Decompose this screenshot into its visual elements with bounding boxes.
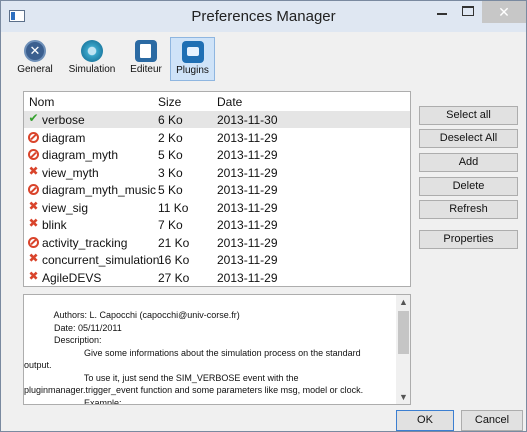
plugin-size: 11 Ko [158, 200, 189, 215]
plugin-size: 6 Ko [158, 113, 183, 127]
plugin-date: 2013-11-29 [217, 165, 278, 180]
ok-button[interactable]: OK [396, 410, 454, 431]
tools-icon [24, 40, 46, 62]
plugin-size: 5 Ko [158, 148, 183, 162]
add-button[interactable]: Add [419, 153, 518, 172]
scroll-down-arrow-icon[interactable]: ▼ [396, 390, 410, 404]
plugin-name: concurrent_simulation [42, 253, 160, 267]
plugin-date: 2013-11-29 [217, 200, 278, 215]
column-header-size[interactable]: Size [158, 95, 181, 109]
list-item[interactable]: ✖ view_sig 11 Ko 2013-11-29 [24, 199, 410, 216]
tab-plugins[interactable]: Plugins [170, 37, 215, 81]
plugin-name: diagram_myth_music [42, 183, 157, 197]
plugin-name: AgileDEVS [42, 270, 102, 285]
refresh-button[interactable]: Refresh [419, 200, 518, 219]
checkmark-icon: ✔ [28, 111, 39, 125]
tab-plugins-label: Plugins [176, 65, 209, 76]
tab-general[interactable]: General [9, 37, 61, 81]
delete-button[interactable]: Delete [419, 177, 518, 196]
list-item[interactable]: diagram_myth_music 5 Ko 2013-11-29 [24, 181, 410, 198]
disabled-icon [28, 184, 39, 195]
plugin-date: 2013-11-29 [217, 183, 278, 197]
tab-editeur[interactable]: Editeur [124, 37, 168, 81]
plugin-name: diagram [42, 130, 86, 145]
plugin-date: 2013-11-29 [217, 148, 278, 162]
plugin-date: 2013-11-29 [217, 270, 278, 285]
list-item[interactable]: activity_tracking 21 Ko 2013-11-29 [24, 234, 410, 251]
title-bar[interactable]: Preferences Manager ✕ [1, 1, 526, 32]
plugin-size: 21 Ko [158, 235, 190, 250]
maximize-button[interactable] [455, 1, 481, 23]
plugin-size: 16 Ko [158, 253, 190, 267]
cross-icon: ✖ [28, 163, 39, 178]
disabled-icon [28, 149, 39, 160]
minimize-icon [437, 13, 447, 15]
description-scrollbar[interactable]: ▲ ▼ [396, 295, 410, 404]
plugin-name: view_myth [42, 165, 99, 180]
tab-simulation-label: Simulation [68, 64, 116, 75]
list-item[interactable]: diagram 2 Ko 2013-11-29 [24, 129, 410, 146]
plugin-size: 27 Ko [158, 270, 190, 285]
tab-general-label: General [17, 64, 53, 75]
preferences-window: Preferences Manager ✕ General Simulation… [0, 0, 527, 432]
select-all-button[interactable]: Select all [419, 106, 518, 125]
cross-icon: ✖ [28, 198, 39, 213]
tab-simulation[interactable]: Simulation [61, 37, 123, 81]
editor-icon [135, 40, 157, 62]
plugin-name: activity_tracking [42, 235, 128, 250]
plugin-date: 2013-11-29 [217, 130, 278, 145]
list-item[interactable]: ✖ AgileDEVS 27 Ko 2013-11-29 [24, 269, 410, 286]
description-text: Authors: L. Capocchi (capocchi@univ-cors… [24, 310, 364, 405]
list-header: Nom Size Date [24, 92, 410, 110]
column-header-name[interactable]: Nom [29, 95, 54, 109]
plugin-size: 5 Ko [158, 183, 183, 197]
plugin-date: 2013-11-30 [217, 113, 278, 127]
plugin-size: 3 Ko [158, 165, 183, 180]
scroll-thumb[interactable] [398, 311, 409, 354]
deselect-all-button[interactable]: Deselect All [419, 129, 518, 148]
plugins-icon [181, 41, 204, 63]
maximize-icon [462, 6, 474, 16]
description-panel[interactable]: Authors: L. Capocchi (capocchi@univ-cors… [23, 294, 411, 405]
plugin-date: 2013-11-29 [217, 235, 278, 250]
plugin-name: verbose [42, 113, 85, 127]
toolbar: General Simulation Editeur Plugins [1, 32, 526, 84]
disabled-icon [28, 131, 39, 143]
column-header-date[interactable]: Date [217, 95, 242, 109]
cancel-button[interactable]: Cancel [461, 410, 523, 431]
tab-editeur-label: Editeur [130, 64, 162, 75]
plugin-date: 2013-11-29 [217, 218, 278, 232]
plugin-size: 7 Ko [158, 218, 183, 232]
list-item[interactable]: diagram_myth 5 Ko 2013-11-29 [24, 146, 410, 163]
plugin-list[interactable]: Nom Size Date ✔ verbose 6 Ko 2013-11-30 diag… [23, 91, 411, 287]
close-button[interactable]: ✕ [482, 1, 526, 23]
cross-icon: ✖ [28, 268, 39, 283]
plugin-size: 2 Ko [158, 130, 183, 145]
disabled-icon [28, 236, 39, 248]
properties-button[interactable]: Properties [419, 230, 518, 249]
minimize-button[interactable] [429, 1, 455, 23]
plugin-name: view_sig [42, 200, 89, 215]
simulation-icon [81, 40, 103, 62]
cross-icon: ✖ [28, 216, 39, 230]
scroll-up-arrow-icon[interactable]: ▲ [396, 295, 410, 309]
cross-icon: ✖ [28, 251, 39, 265]
close-icon: ✕ [498, 4, 510, 20]
list-item[interactable]: ✔ verbose 6 Ko 2013-11-30 [24, 111, 410, 128]
list-item[interactable]: ✖ blink 7 Ko 2013-11-29 [24, 216, 410, 233]
plugin-name: diagram_myth [42, 148, 119, 162]
plugin-date: 2013-11-29 [217, 253, 278, 267]
plugin-name: blink [42, 218, 67, 232]
list-item[interactable]: ✖ view_myth 3 Ko 2013-11-29 [24, 164, 410, 181]
list-item[interactable]: ✖ concurrent_simulation 16 Ko 2013-11-29 [24, 251, 410, 268]
